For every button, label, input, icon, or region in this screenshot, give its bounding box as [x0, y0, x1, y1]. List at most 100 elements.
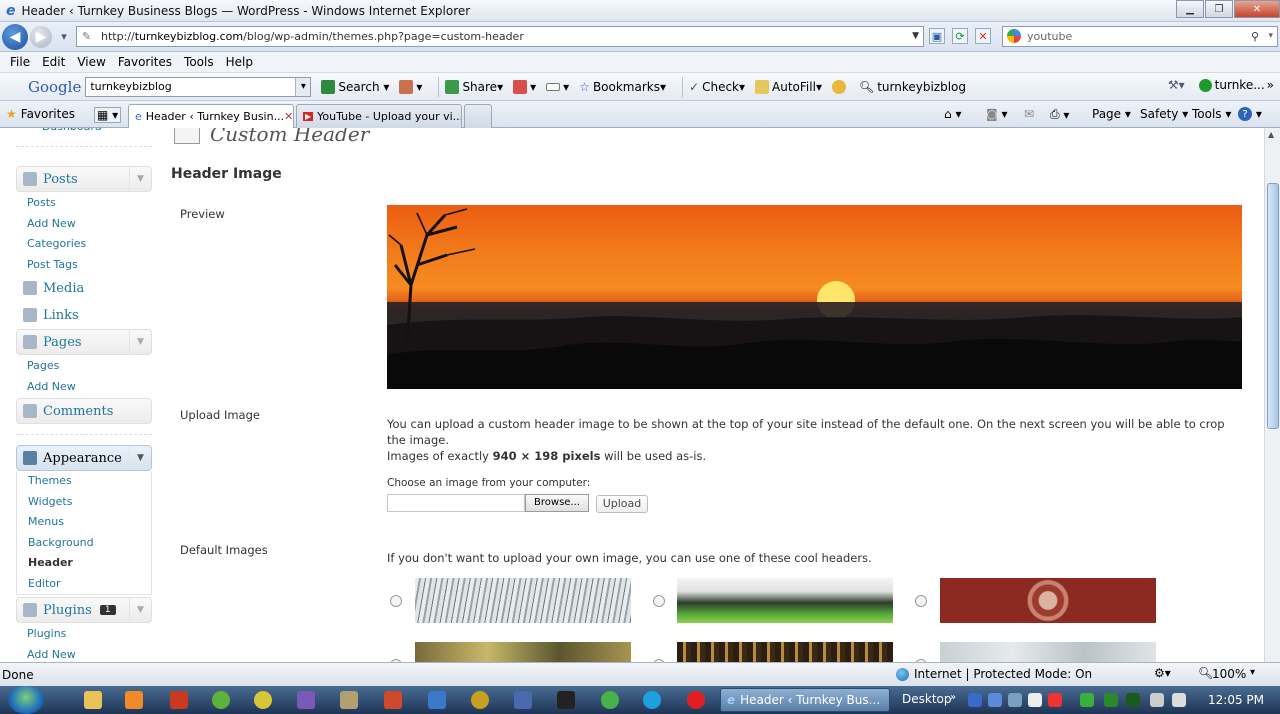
tray-icon-2[interactable] [988, 693, 1002, 707]
sidebar-item-links[interactable]: Links [16, 302, 152, 328]
autofill-button[interactable]: AutoFill ▾ [755, 79, 822, 94]
header-radio-1[interactable] [390, 595, 402, 607]
menu-view[interactable]: View [77, 55, 105, 69]
header-radio-2[interactable] [653, 595, 665, 607]
file-path-input[interactable] [387, 494, 525, 512]
menu-help[interactable]: Help [226, 55, 253, 69]
app-icon-green[interactable] [212, 691, 230, 709]
upload-button[interactable]: Upload [596, 495, 648, 513]
search-input[interactable]: youtube ⚲ ▾ [1002, 26, 1278, 47]
share-button[interactable]: Share ▾ [445, 79, 503, 94]
desktop-toolbar-chevron-icon[interactable]: » [950, 692, 956, 703]
safety-menu-button[interactable]: Safety ▾ [1140, 107, 1188, 121]
submenu-widgets[interactable]: Widgets [17, 492, 151, 513]
submenu-add-new-post[interactable]: Add New [16, 214, 152, 235]
submenu-add-new-page[interactable]: Add New [16, 377, 152, 398]
sidebar-item-media[interactable]: Media [16, 275, 152, 301]
header-thumb-grass[interactable] [415, 642, 631, 662]
start-button[interactable] [8, 686, 44, 714]
tray-icon-1[interactable] [968, 693, 982, 707]
chevron-down-icon[interactable]: ▼ [129, 598, 151, 622]
stop-icon[interactable]: ✕ [975, 28, 991, 44]
app-icon-purple[interactable] [297, 691, 315, 709]
google-extras-button[interactable]: ▾ [399, 79, 422, 94]
scrollbar-thumb[interactable] [1267, 183, 1279, 429]
chevron-down-icon[interactable]: ▼ [129, 446, 151, 470]
submenu-background[interactable]: Background [17, 533, 151, 554]
close-tab-icon[interactable]: ✕ [284, 110, 293, 123]
submenu-posts[interactable]: Posts [16, 193, 152, 214]
menu-edit[interactable]: Edit [42, 55, 65, 69]
menu-favorites[interactable]: Favorites [118, 55, 172, 69]
zoom-dropdown-icon[interactable]: ▾ [1250, 667, 1255, 678]
submenu-themes[interactable]: Themes [17, 471, 151, 492]
site-search-button[interactable]: 🔍︎ turnkeybizblog [859, 80, 966, 94]
account-button[interactable]: turnke... [1215, 78, 1265, 92]
popup-blocker-button[interactable]: ▾ [513, 79, 536, 94]
refresh-icon[interactable]: ⟳ [952, 28, 968, 44]
chevron-down-icon[interactable]: ▼ [129, 167, 151, 191]
scroll-up-icon[interactable]: ▲ [1268, 130, 1274, 139]
google-search-input[interactable]: turnkeybizblog [85, 76, 312, 97]
explorer-icon[interactable] [84, 691, 102, 709]
maximize-button[interactable]: ❐ [1205, 0, 1233, 18]
url-dropdown-icon[interactable]: ▼ [912, 27, 919, 46]
browse-button[interactable]: Browse... [525, 494, 589, 512]
forward-button[interactable]: ▶ [30, 26, 52, 48]
back-button[interactable]: ◀ [2, 24, 28, 50]
taskbar-ie-window[interactable]: e Header ‹ Turnkey Bus... [720, 688, 890, 712]
header-thumb-lace[interactable] [940, 578, 1156, 623]
filezilla-icon[interactable] [170, 691, 188, 709]
google-search-button[interactable]: Search ▾ [321, 79, 389, 94]
tray-icon-4[interactable] [1028, 693, 1042, 707]
submenu-post-tags[interactable]: Post Tags [16, 255, 152, 276]
cmd-icon[interactable] [557, 691, 575, 709]
menu-tools[interactable]: Tools [184, 55, 214, 69]
desktop-toolbar[interactable]: Desktop [902, 692, 952, 706]
close-window-button[interactable]: ✕ [1234, 0, 1280, 18]
volume-icon[interactable] [1172, 693, 1186, 707]
app-icon-pen[interactable] [340, 691, 358, 709]
favorites-button[interactable]: ★ Favorites [6, 107, 75, 121]
tray-flag-icon[interactable] [1048, 693, 1062, 707]
bookmarks-button[interactable]: ☆ Bookmarks ▾ [579, 80, 666, 94]
search-icon[interactable]: ⚲ [1251, 27, 1259, 46]
tray-icon-6[interactable] [1104, 693, 1118, 707]
home-button[interactable]: ⌂ ▾ [944, 107, 961, 121]
tab-youtube[interactable]: ▶ YouTube - Upload your vi... [296, 104, 462, 128]
chevron-down-icon[interactable]: ▼ [129, 330, 151, 354]
url-input[interactable]: ✎ http://turnkeybizblog.com/blog/wp-admi… [76, 26, 924, 47]
tab-header-wordpress[interactable]: e Header ‹ Turnkey Busin... ✕ [128, 104, 294, 128]
sidebar-item-pages[interactable]: Pages ▼ [16, 329, 152, 355]
page-menu-button[interactable]: Page ▾ [1092, 107, 1131, 121]
submenu-editor[interactable]: Editor [17, 574, 151, 595]
media-player-icon[interactable] [125, 691, 143, 709]
network-icon[interactable] [1150, 693, 1164, 707]
sidebar-item-comments[interactable]: Comments [16, 398, 152, 424]
outlook-icon[interactable] [514, 691, 532, 709]
print-button[interactable]: ⎙ ▾ [1050, 107, 1069, 122]
submenu-header[interactable]: Header [17, 553, 151, 574]
header-radio-3[interactable] [915, 595, 927, 607]
search-options-icon[interactable]: ▾ [1268, 27, 1273, 46]
read-mail-button[interactable]: ✉ [1024, 107, 1034, 121]
compatibility-view-icon[interactable]: ▣ [929, 28, 945, 44]
sidebar-item-appearance[interactable]: Appearance ▼ [16, 445, 152, 471]
history-dropdown-icon[interactable]: ▾ [56, 28, 72, 44]
app-icon-gold[interactable] [471, 691, 489, 709]
submenu-add-new-plugin[interactable]: Add New [16, 645, 152, 663]
tray-icon-3[interactable] [1008, 693, 1022, 707]
header-thumb-forest[interactable] [677, 642, 893, 662]
check-button[interactable]: ✓ Check ▾ [689, 80, 745, 94]
feeds-button[interactable]: ◙ ▾ [986, 107, 1008, 121]
security-zone-text[interactable]: Internet | Protected Mode: On [914, 667, 1092, 681]
app-icon-yellow[interactable] [254, 691, 272, 709]
app-icon-red[interactable] [384, 691, 402, 709]
submenu-categories[interactable]: Categories [16, 234, 152, 255]
minimize-button[interactable]: ▁ [1176, 0, 1204, 18]
sidebar-item-dashboard[interactable]: Dashboard [16, 128, 152, 136]
highlight-button[interactable]: ▾ [546, 80, 569, 94]
header-thumb-wordpress[interactable] [940, 642, 1156, 662]
zoom-level[interactable]: 100% [1212, 667, 1246, 681]
tray-icon-7[interactable] [1126, 693, 1140, 707]
